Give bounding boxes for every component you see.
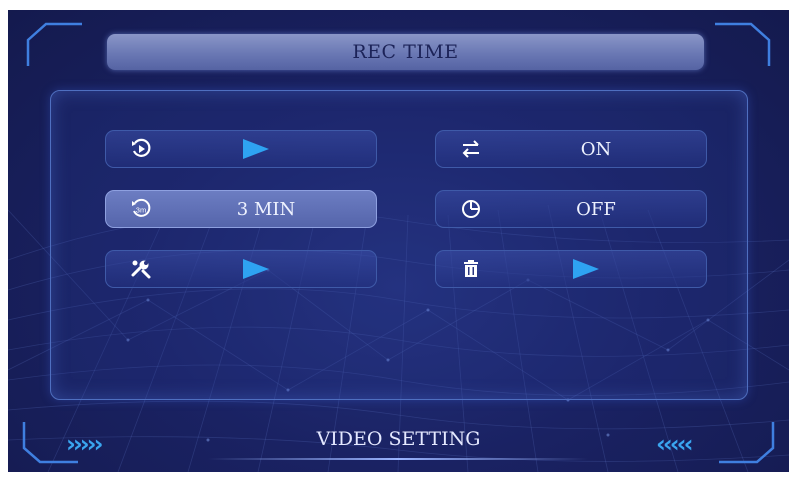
timer-button[interactable]: OFF	[435, 190, 707, 228]
right-chevrons-icon: ‹‹‹‹‹	[656, 430, 693, 458]
delete-button[interactable]	[435, 250, 707, 288]
rec-time-icon: 3m	[130, 198, 152, 220]
rec-time-value: 3 MIN	[236, 198, 296, 220]
tools-arrow	[166, 251, 366, 287]
wrench-icon	[130, 258, 152, 280]
tools-button[interactable]	[105, 250, 377, 288]
play-arrow-icon	[243, 259, 269, 279]
corner-bracket-top-right	[715, 22, 771, 66]
rec-time-button[interactable]: 3m 3 MIN	[105, 190, 377, 228]
loop-record-button[interactable]: ON	[435, 130, 707, 168]
loop-record-value: ON	[580, 138, 612, 160]
playback-arrow	[166, 131, 366, 167]
timer-value: OFF	[576, 198, 616, 220]
play-arrow-icon	[573, 259, 599, 279]
svg-text:3m: 3m	[136, 206, 146, 215]
clock-icon	[460, 198, 482, 220]
footer-underline	[208, 458, 588, 460]
title-bar: REC TIME	[107, 34, 704, 70]
trash-icon	[460, 258, 482, 280]
corner-bracket-top-left	[26, 22, 82, 66]
playback-button[interactable]	[105, 130, 377, 168]
loop-arrows-icon	[460, 138, 482, 160]
dvr-screen: REC TIME ON 3m 3 MIN OFF ››››› VIDEO SET…	[8, 10, 789, 472]
delete-arrow	[496, 251, 696, 287]
playback-icon	[130, 138, 152, 160]
page-title: REC TIME	[352, 41, 459, 63]
play-arrow-icon	[243, 139, 269, 159]
